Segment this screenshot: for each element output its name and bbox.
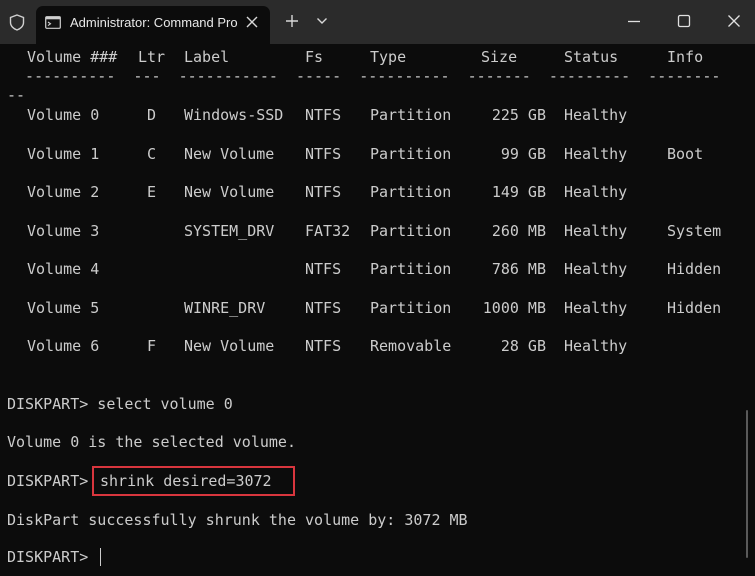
header-label: Label xyxy=(184,48,230,66)
prompt: DISKPART> xyxy=(7,472,98,490)
cell-fs: NTFS xyxy=(305,260,342,278)
cell-fs: NTFS xyxy=(305,183,342,201)
minimize-icon[interactable] xyxy=(627,14,641,28)
cell-size: 99 GB xyxy=(500,145,546,163)
cell-label: SYSTEM_DRV xyxy=(184,222,275,240)
cell-size: 28 GB xyxy=(500,337,546,355)
cell-info: Boot xyxy=(667,145,704,163)
prompt: DISKPART> xyxy=(7,548,98,566)
cell-status: Healthy xyxy=(564,260,628,278)
cell-type: Partition xyxy=(370,299,452,317)
close-icon[interactable] xyxy=(245,15,259,29)
cell-type: Removable xyxy=(370,337,452,355)
cell-label: WINRE_DRV xyxy=(184,299,266,317)
cell-size: 149 GB xyxy=(491,183,546,201)
cell-type: Partition xyxy=(370,183,452,201)
header-info: Info xyxy=(667,48,704,66)
cell-ltr: F xyxy=(147,337,157,355)
cell-type: Partition xyxy=(370,106,452,124)
cell-volume: Volume 6 xyxy=(27,337,100,355)
cell-size: 260 MB xyxy=(491,222,546,240)
tab-title: Administrator: Command Pro xyxy=(70,15,238,30)
cell-label: New Volume xyxy=(184,337,275,355)
header-size: Size xyxy=(481,48,518,66)
highlight-box xyxy=(92,466,295,496)
table-separator: ---------- --- ----------- ----- -------… xyxy=(7,67,721,85)
cell-volume: Volume 3 xyxy=(27,222,100,240)
table-separator-wrap: -- xyxy=(7,86,26,104)
chevron-down-icon[interactable] xyxy=(316,17,328,25)
output-line: Volume 0 is the selected volume. xyxy=(7,433,296,451)
cell-type: Partition xyxy=(370,260,452,278)
cell-fs: NTFS xyxy=(305,106,342,124)
cell-size: 786 MB xyxy=(491,260,546,278)
title-bar: Administrator: Command Pro xyxy=(0,0,755,44)
cell-fs: NTFS xyxy=(305,337,342,355)
maximize-icon[interactable] xyxy=(677,14,691,28)
cell-status: Healthy xyxy=(564,337,628,355)
cell-ltr: E xyxy=(147,183,157,201)
cell-ltr: C xyxy=(147,145,157,163)
plus-icon[interactable] xyxy=(285,14,299,28)
terminal-icon xyxy=(45,16,61,29)
text-cursor xyxy=(100,548,101,566)
cell-ltr: D xyxy=(147,106,157,124)
cell-size: 225 GB xyxy=(491,106,546,124)
cell-info: Hidden xyxy=(667,260,722,278)
cell-volume: Volume 4 xyxy=(27,260,100,278)
cell-volume: Volume 2 xyxy=(27,183,100,201)
cell-fs: FAT32 xyxy=(305,222,351,240)
cell-volume: Volume 0 xyxy=(27,106,100,124)
cell-label: New Volume xyxy=(184,183,275,201)
cell-fs: NTFS xyxy=(305,299,342,317)
header-fs: Fs xyxy=(305,48,324,66)
cell-status: Healthy xyxy=(564,106,628,124)
cell-volume: Volume 1 xyxy=(27,145,100,163)
cell-fs: NTFS xyxy=(305,145,342,163)
header-type: Type xyxy=(370,48,407,66)
cell-label: New Volume xyxy=(184,145,275,163)
close-icon[interactable] xyxy=(727,14,741,28)
command-line: DISKPART> select volume 0 xyxy=(7,395,233,413)
cell-info: System xyxy=(667,222,722,240)
cell-status: Healthy xyxy=(564,183,628,201)
cell-label: Windows-SSD xyxy=(184,106,284,124)
header-volume: Volume ### xyxy=(27,48,118,66)
tab-command-prompt[interactable]: Administrator: Command Pro xyxy=(36,6,270,44)
cell-size: 1000 MB xyxy=(482,299,546,317)
shield-icon xyxy=(9,14,25,31)
output-line: DiskPart successfully shrunk the volume … xyxy=(7,511,468,529)
cell-status: Healthy xyxy=(564,145,628,163)
scrollbar[interactable] xyxy=(746,410,748,558)
header-ltr: Ltr xyxy=(138,48,166,66)
cell-volume: Volume 5 xyxy=(27,299,100,317)
cell-status: Healthy xyxy=(564,222,628,240)
cell-status: Healthy xyxy=(564,299,628,317)
header-status: Status xyxy=(564,48,619,66)
cell-info: Hidden xyxy=(667,299,722,317)
cell-type: Partition xyxy=(370,222,452,240)
cell-type: Partition xyxy=(370,145,452,163)
